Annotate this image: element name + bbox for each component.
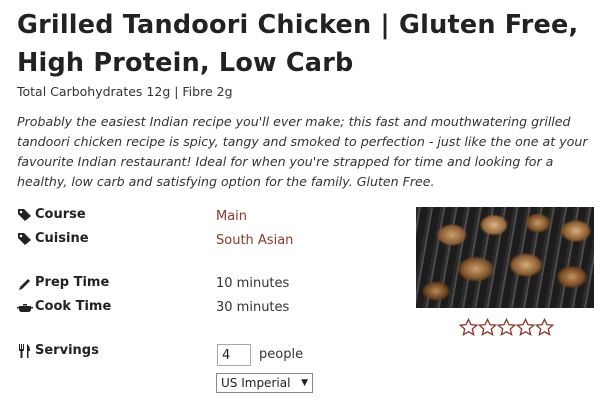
rating-stars[interactable]	[459, 318, 555, 338]
servings-row: Servings	[17, 343, 197, 363]
course-value: Main	[216, 209, 248, 224]
prep-time-label: Prep Time	[35, 275, 110, 290]
recipe-photo	[416, 207, 594, 308]
servings-label: Servings	[35, 343, 99, 358]
servings-unit: people	[259, 347, 304, 362]
unit-system-value: US Imperial	[221, 376, 291, 390]
cook-time-row: Cook Time 30 minutes	[17, 299, 317, 319]
course-label-group: Course	[17, 207, 86, 222]
cuisine-row: Cuisine South Asian	[17, 231, 317, 251]
cook-time-label-group: Cook Time	[17, 299, 111, 314]
chevron-down-icon: ▼	[301, 378, 308, 388]
cuisine-label-group: Cuisine	[17, 231, 89, 246]
pencil-icon	[19, 278, 30, 290]
prep-time-row: Prep Time 10 minutes	[17, 275, 317, 295]
cuisine-label: Cuisine	[35, 231, 89, 246]
star-outline-icon[interactable]	[459, 318, 478, 337]
star-outline-icon[interactable]	[535, 318, 554, 337]
nutrition-summary: Total Carbohydrates 12g | Fibre 2g	[17, 84, 233, 99]
servings-input[interactable]	[217, 344, 251, 366]
cook-time-label: Cook Time	[35, 299, 112, 314]
unit-system-select[interactable]: US Imperial ▼	[216, 373, 313, 393]
tag-icon	[18, 232, 31, 245]
star-outline-icon[interactable]	[478, 318, 497, 337]
star-outline-icon[interactable]	[497, 318, 516, 337]
prep-time-label-group: Prep Time	[17, 275, 109, 290]
tag-icon	[18, 208, 31, 221]
fork-knife-icon	[19, 343, 30, 358]
pot-icon	[17, 303, 33, 312]
course-row: Course Main	[17, 207, 317, 227]
star-outline-icon[interactable]	[516, 318, 535, 337]
recipe-title: Grilled Tandoori Chicken | Gluten Free, …	[17, 10, 579, 78]
recipe-summary: Probably the easiest Indian recipe you'l…	[17, 114, 588, 189]
course-label: Course	[35, 207, 86, 222]
cook-time-value: 30 minutes	[216, 300, 290, 315]
servings-label-group: Servings	[17, 343, 99, 358]
cuisine-value: South Asian	[216, 233, 294, 248]
prep-time-value: 10 minutes	[216, 276, 290, 291]
